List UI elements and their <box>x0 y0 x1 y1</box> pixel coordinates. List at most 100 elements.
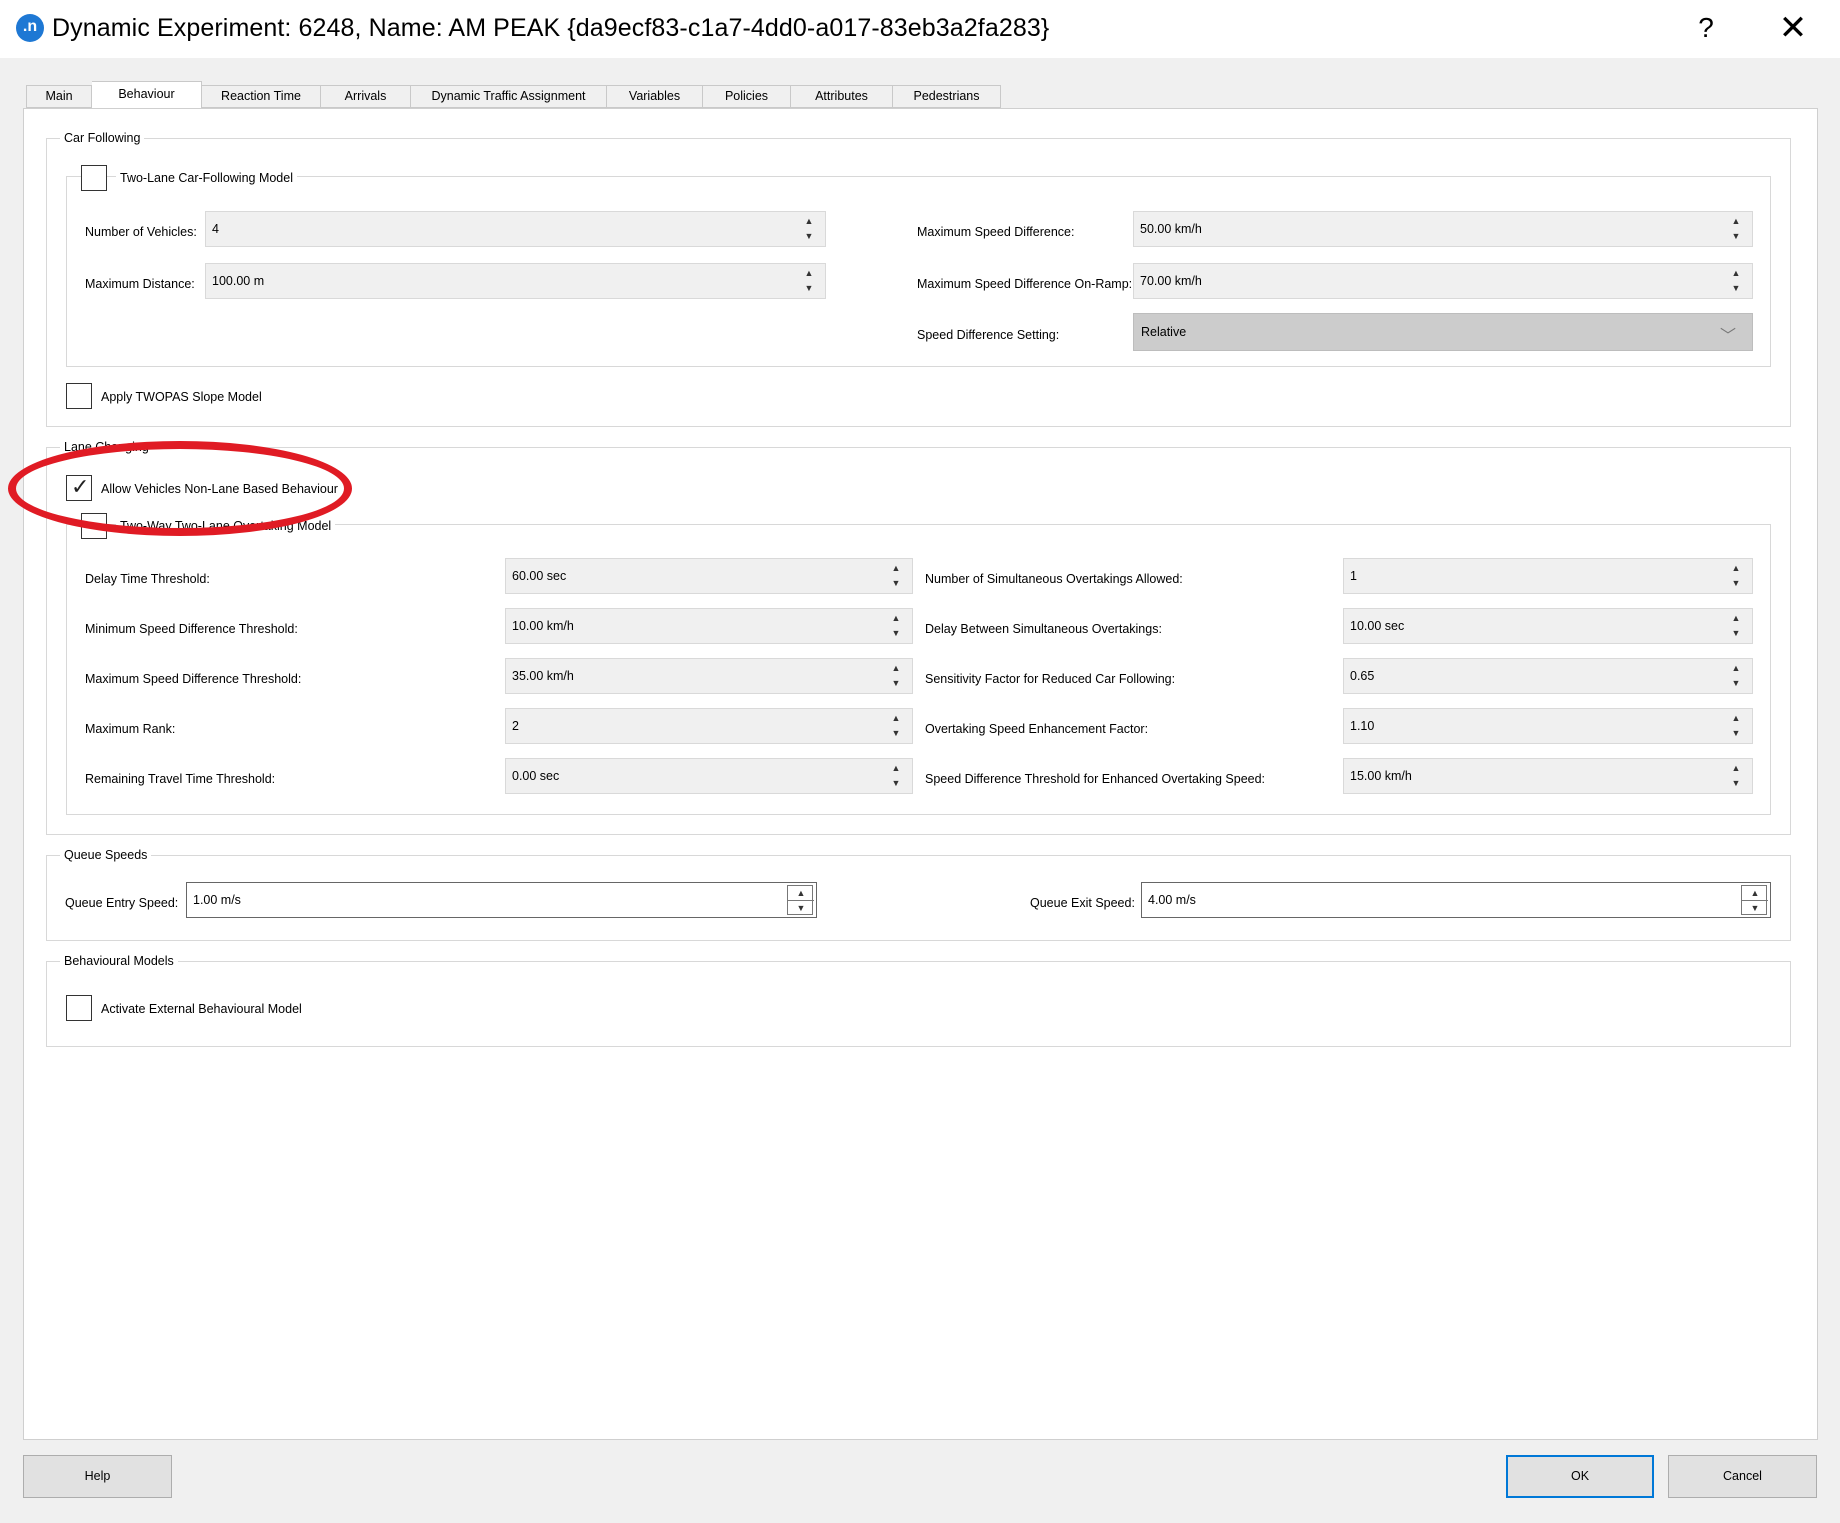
enhanced-overtaking-speed-label: Speed Difference Threshold for Enhanced … <box>925 772 1266 786</box>
enhanced-overtaking-speed-spinbox[interactable]: 15.00 km/h ▲ ▼ <box>1343 758 1753 794</box>
spin-down-icon[interactable]: ▼ <box>1723 229 1749 244</box>
tab-behaviour[interactable]: Behaviour <box>92 81 202 108</box>
queue-entry-spinbox[interactable]: 1.00 m/s ▲ ▼ <box>186 882 817 918</box>
spin-down-icon[interactable]: ▼ <box>1723 776 1749 791</box>
queue-exit-spinbox[interactable]: 4.00 m/s ▲ ▼ <box>1141 882 1771 918</box>
tab-variables[interactable]: Variables <box>607 85 703 108</box>
spin-up-icon[interactable]: ▲ <box>1723 761 1749 776</box>
tab-reaction-time[interactable]: Reaction Time <box>202 85 321 108</box>
delay-time-threshold-spinbox[interactable]: 60.00 sec ▲ ▼ <box>505 558 913 594</box>
delay-time-threshold-value: 60.00 sec <box>512 569 567 583</box>
spin-down-icon[interactable]: ▼ <box>883 776 909 791</box>
max-speed-diff-onramp-spinbox[interactable]: 70.00 km/h ▲ ▼ <box>1133 263 1753 299</box>
spin-up-icon[interactable]: ▲ <box>788 886 814 901</box>
spin-up-icon[interactable]: ▲ <box>1723 214 1749 229</box>
spin-down-icon[interactable]: ▼ <box>796 281 822 296</box>
spin-down-icon[interactable]: ▼ <box>883 576 909 591</box>
spin-up-icon[interactable]: ▲ <box>883 661 909 676</box>
spin-up-icon[interactable]: ▲ <box>883 711 909 726</box>
max-speed-diff-spinbox[interactable]: 50.00 km/h ▲ ▼ <box>1133 211 1753 247</box>
ok-button[interactable]: OK <box>1506 1455 1654 1498</box>
spin-up-icon[interactable]: ▲ <box>1723 711 1749 726</box>
sensitivity-factor-spinbox[interactable]: 0.65 ▲ ▼ <box>1343 658 1753 694</box>
spin-down-icon[interactable]: ▼ <box>883 676 909 691</box>
remaining-travel-time-value: 0.00 sec <box>512 769 560 783</box>
spin-down-icon[interactable]: ▼ <box>1723 576 1749 591</box>
help-icon[interactable]: ? <box>1693 12 1719 44</box>
spin-down-icon[interactable]: ▼ <box>796 229 822 244</box>
non-lane-checkbox[interactable]: ✓ <box>66 475 92 501</box>
delay-between-overtakings-spinbox[interactable]: 10.00 sec ▲ ▼ <box>1343 608 1753 644</box>
sensitivity-factor-label: Sensitivity Factor for Reduced Car Follo… <box>925 672 1176 686</box>
queue-exit-label: Queue Exit Speed: <box>1030 896 1135 910</box>
tab-dynamic-traffic-assignment[interactable]: Dynamic Traffic Assignment <box>411 85 607 108</box>
tab-attributes[interactable]: Attributes <box>791 85 893 108</box>
spin-up-icon[interactable]: ▲ <box>883 561 909 576</box>
tab-main[interactable]: Main <box>26 85 92 108</box>
simultaneous-overtakings-value: 1 <box>1350 569 1357 583</box>
cancel-button[interactable]: Cancel <box>1668 1455 1817 1498</box>
enhanced-overtaking-speed-value: 15.00 km/h <box>1350 769 1412 783</box>
two-way-checkbox[interactable] <box>81 513 107 539</box>
spin-down-icon[interactable]: ▼ <box>883 726 909 741</box>
spin-up-icon[interactable]: ▲ <box>1723 611 1749 626</box>
spin-up-icon[interactable]: ▲ <box>883 611 909 626</box>
external-model-label: Activate External Behavioural Model <box>101 1002 302 1016</box>
lane-changing-title: Lane Changing <box>60 440 153 454</box>
num-vehicles-spinbox[interactable]: 4 ▲ ▼ <box>205 211 826 247</box>
close-icon[interactable]: ✕ <box>1778 8 1808 48</box>
two-way-label: Two-Way Two-Lane Overtaking Model <box>116 518 336 534</box>
tab-bar: Main Behaviour Reaction Time Arrivals Dy… <box>26 81 1001 108</box>
overtaking-enhancement-spinbox[interactable]: 1.10 ▲ ▼ <box>1343 708 1753 744</box>
spin-up-icon[interactable]: ▲ <box>1723 661 1749 676</box>
tab-arrivals[interactable]: Arrivals <box>321 85 411 108</box>
car-following-title: Car Following <box>60 131 145 145</box>
max-speed-diff-onramp-label: Maximum Speed Difference On-Ramp: <box>917 277 1133 291</box>
max-distance-label: Maximum Distance: <box>85 277 195 291</box>
speed-diff-setting-value: Relative <box>1141 325 1187 339</box>
twopas-checkbox[interactable] <box>66 383 92 409</box>
spin-down-icon[interactable]: ▼ <box>788 901 814 916</box>
spin-down-icon[interactable]: ▼ <box>1723 626 1749 641</box>
max-rank-spinbox[interactable]: 2 ▲ ▼ <box>505 708 913 744</box>
remaining-travel-time-spinbox[interactable]: 0.00 sec ▲ ▼ <box>505 758 913 794</box>
spin-down-icon[interactable]: ▼ <box>1723 726 1749 741</box>
simultaneous-overtakings-spinbox[interactable]: 1 ▲ ▼ <box>1343 558 1753 594</box>
remaining-travel-time-label: Remaining Travel Time Threshold: <box>85 772 276 786</box>
behaviour-panel: Car Following Two-Lane Car-Following Mod… <box>23 108 1818 1440</box>
overtaking-enhancement-label: Overtaking Speed Enhancement Factor: <box>925 722 1149 736</box>
tab-policies[interactable]: Policies <box>703 85 791 108</box>
spin-up-icon[interactable]: ▲ <box>883 761 909 776</box>
two-lane-checkbox[interactable] <box>81 165 107 191</box>
spin-up-icon[interactable]: ▲ <box>1723 266 1749 281</box>
queue-speeds-title: Queue Speeds <box>60 848 152 862</box>
speed-diff-setting-label: Speed Difference Setting: <box>917 328 1060 342</box>
tab-pedestrians[interactable]: Pedestrians <box>893 85 1001 108</box>
spin-up-icon[interactable]: ▲ <box>1723 561 1749 576</box>
max-speed-diff-onramp-value: 70.00 km/h <box>1140 274 1202 288</box>
max-speed-diff-threshold-label: Maximum Speed Difference Threshold: <box>85 672 302 686</box>
max-speed-diff-threshold-value: 35.00 km/h <box>512 669 574 683</box>
help-button[interactable]: Help <box>23 1455 172 1498</box>
spin-up-icon[interactable]: ▲ <box>796 266 822 281</box>
max-distance-spinbox[interactable]: 100.00 m ▲ ▼ <box>205 263 826 299</box>
spin-down-icon[interactable]: ▼ <box>1742 901 1768 916</box>
queue-exit-value: 4.00 m/s <box>1148 893 1196 907</box>
max-speed-diff-threshold-spinbox[interactable]: 35.00 km/h ▲ ▼ <box>505 658 913 694</box>
speed-diff-setting-dropdown[interactable]: Relative ﹀ <box>1133 313 1753 351</box>
spin-up-icon[interactable]: ▲ <box>1742 886 1768 901</box>
behavioural-models-title: Behavioural Models <box>60 954 178 968</box>
spin-up-icon[interactable]: ▲ <box>796 214 822 229</box>
window-title: Dynamic Experiment: 6248, Name: AM PEAK … <box>52 14 1050 42</box>
spin-down-icon[interactable]: ▼ <box>883 626 909 641</box>
max-speed-diff-label: Maximum Speed Difference: <box>917 225 1075 239</box>
num-vehicles-value: 4 <box>212 222 219 236</box>
spin-down-icon[interactable]: ▼ <box>1723 281 1749 296</box>
max-speed-diff-value: 50.00 km/h <box>1140 222 1202 236</box>
external-model-checkbox[interactable] <box>66 995 92 1021</box>
queue-entry-value: 1.00 m/s <box>193 893 241 907</box>
delay-time-threshold-label: Delay Time Threshold: <box>85 572 210 586</box>
two-lane-label: Two-Lane Car-Following Model <box>116 170 297 186</box>
spin-down-icon[interactable]: ▼ <box>1723 676 1749 691</box>
min-speed-diff-threshold-spinbox[interactable]: 10.00 km/h ▲ ▼ <box>505 608 913 644</box>
